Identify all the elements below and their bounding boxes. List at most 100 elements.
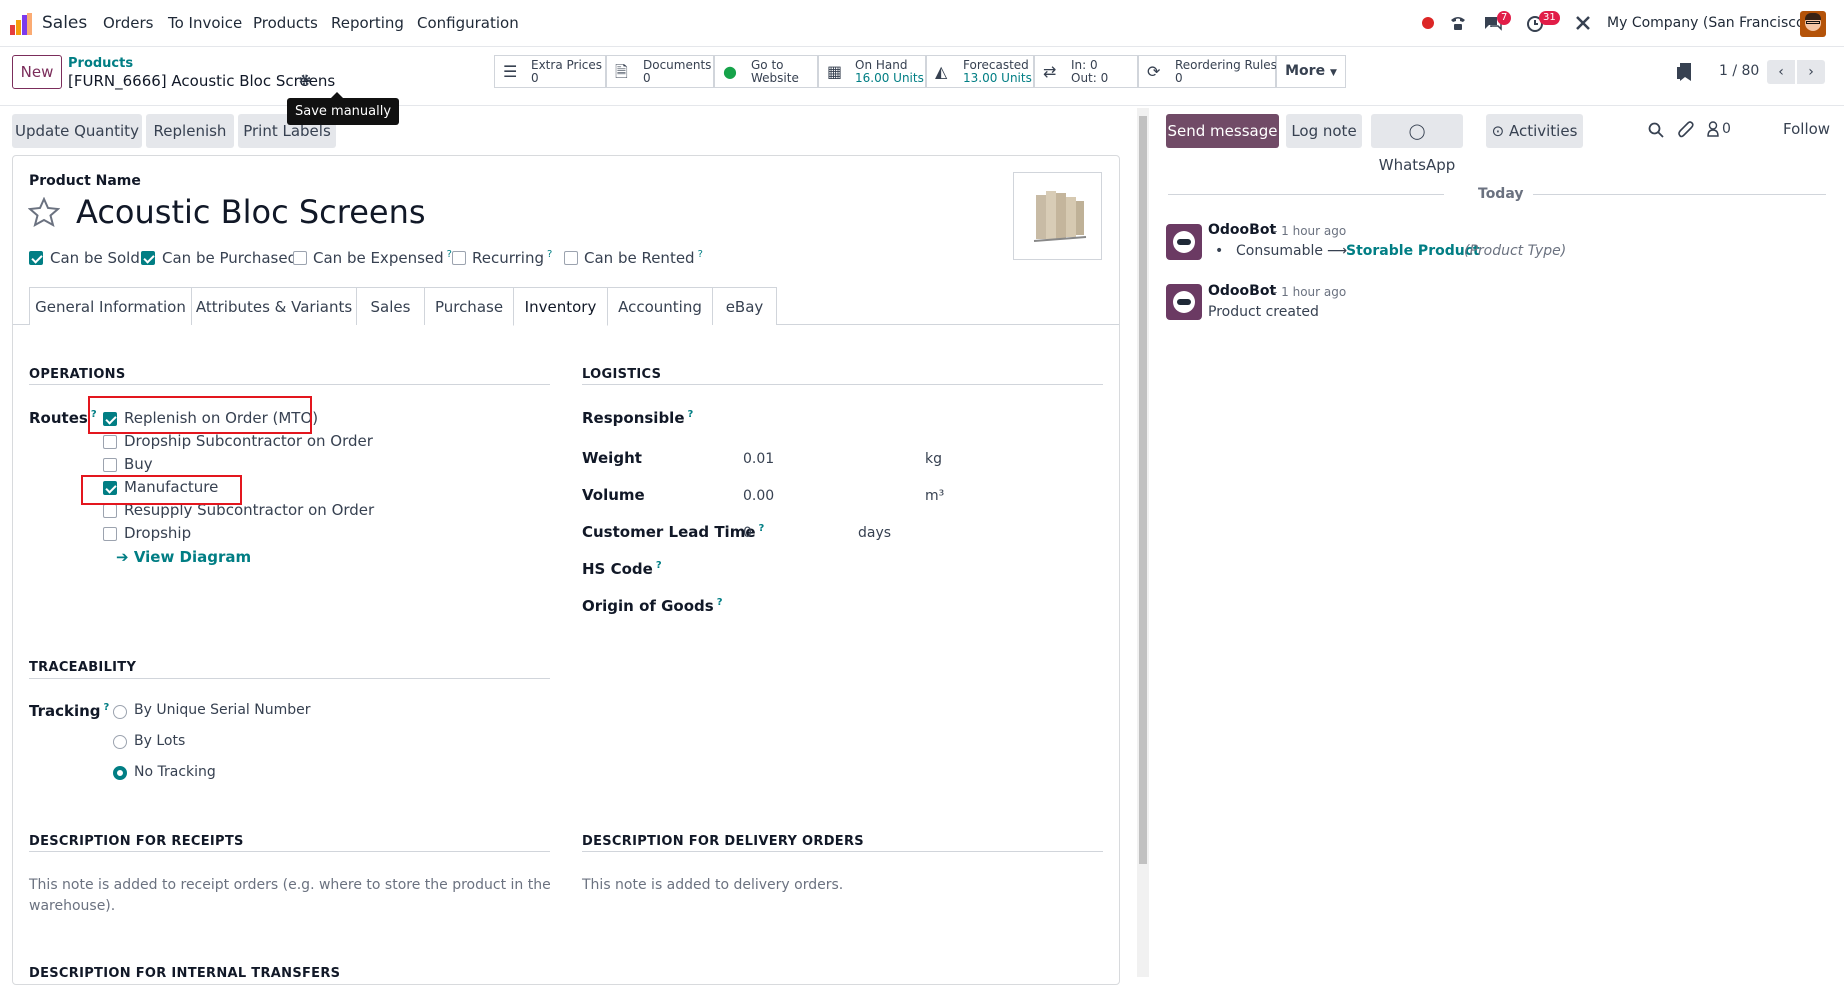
- more-dropdown[interactable]: More ▼: [1276, 55, 1346, 88]
- phone-icon[interactable]: [1449, 14, 1467, 32]
- route-buy-checkbox[interactable]: [103, 458, 117, 472]
- send-message-button[interactable]: Send message: [1166, 114, 1279, 148]
- can-be-purchased-checkbox[interactable]: [141, 251, 155, 265]
- reordering-label: Reordering Rules: [1175, 58, 1277, 72]
- chevron-left-icon: ‹: [1778, 64, 1784, 80]
- followers-count[interactable]: 0: [1722, 121, 1731, 137]
- paperclip-icon[interactable]: [1678, 121, 1694, 139]
- receipts-description-field-line2[interactable]: warehouse).: [29, 898, 115, 914]
- user-avatar[interactable]: [1800, 11, 1826, 37]
- can-be-expensed-checkbox[interactable]: [293, 251, 307, 265]
- tab-accounting[interactable]: Accounting: [607, 287, 713, 325]
- tab-sales[interactable]: Sales: [356, 287, 425, 325]
- message-author[interactable]: OdooBot: [1208, 222, 1276, 238]
- cubes-icon: ▦: [827, 62, 843, 81]
- product-name-field[interactable]: Acoustic Bloc Screens: [76, 193, 426, 231]
- receipts-description-field[interactable]: This note is added to receipt orders (e.…: [29, 877, 551, 893]
- search-icon[interactable]: [1648, 122, 1664, 138]
- pager-next-button[interactable]: ›: [1797, 60, 1825, 84]
- new-button[interactable]: New: [12, 55, 62, 89]
- out-label: Out: 0: [1071, 71, 1109, 85]
- company-switcher[interactable]: My Company (San Francisco): [1607, 15, 1810, 31]
- delivery-description-field[interactable]: This note is added to delivery orders.: [582, 877, 843, 893]
- tracking-old-value: Consumable: [1236, 243, 1323, 259]
- hs-code-label: HS Code?: [582, 560, 662, 578]
- weight-field[interactable]: 0.01: [743, 451, 774, 467]
- today-separator-label: Today: [1478, 186, 1524, 202]
- tab-inventory[interactable]: Inventory: [513, 287, 608, 326]
- log-note-button[interactable]: Log note: [1286, 114, 1362, 148]
- pager-value[interactable]: 1 / 80: [1719, 63, 1759, 79]
- recording-dot-icon[interactable]: [1422, 17, 1434, 29]
- reordering-rules-button[interactable]: ⟳ Reordering Rules 0: [1138, 55, 1277, 88]
- gear-icon[interactable]: [298, 73, 312, 87]
- documents-button[interactable]: 🗎 Documents 0: [606, 55, 714, 88]
- sales-app-icon[interactable]: [10, 13, 32, 35]
- traceability-section-title: TRACEABILITY: [29, 660, 137, 675]
- scrollbar-thumb[interactable]: [1139, 116, 1147, 864]
- route-dropship-subcontractor-label: Dropship Subcontractor on Order: [124, 432, 373, 450]
- view-diagram-link[interactable]: ➔ View Diagram: [116, 548, 251, 566]
- recurring-checkbox[interactable]: [452, 251, 466, 265]
- product-image[interactable]: [1013, 172, 1102, 260]
- odoobot-avatar[interactable]: [1166, 224, 1202, 260]
- tracking-serial-radio[interactable]: [113, 705, 127, 719]
- menu-products[interactable]: Products: [253, 14, 318, 32]
- route-dropship-subcontractor-checkbox[interactable]: [103, 435, 117, 449]
- message-time: - 1 hour ago: [1273, 224, 1347, 238]
- update-quantity-button[interactable]: Update Quantity: [12, 114, 142, 148]
- form-sheet: [12, 155, 1120, 985]
- delivery-description-title: DESCRIPTION FOR DELIVERY ORDERS: [582, 834, 864, 849]
- tab-ebay[interactable]: eBay: [712, 287, 777, 325]
- exchange-arrows-icon: ⇄: [1043, 62, 1057, 81]
- save-manually-tooltip: Save manually: [287, 92, 400, 125]
- breadcrumb-products[interactable]: Products: [68, 56, 133, 71]
- route-dropship-checkbox[interactable]: [103, 527, 117, 541]
- followers-user-icon[interactable]: [1707, 121, 1719, 137]
- tab-general-information[interactable]: General Information: [29, 287, 192, 325]
- message-author[interactable]: OdooBot: [1208, 283, 1276, 299]
- customer-lead-time-label: Customer Lead Time?: [582, 523, 765, 541]
- extra-prices-button[interactable]: ☰ Extra Prices 0: [494, 55, 606, 88]
- control-panel: New Products [FURN_6666] Acoustic Bloc S…: [0, 48, 1844, 106]
- pager-previous-button[interactable]: ‹: [1767, 60, 1795, 84]
- menu-orders[interactable]: Orders: [103, 14, 153, 32]
- refresh-icon: ⟳: [1147, 62, 1161, 81]
- can-be-rented-checkbox[interactable]: [564, 251, 578, 265]
- acoustic-screen-picture: [1033, 191, 1087, 242]
- documents-label: Documents: [643, 58, 712, 72]
- tracking-lots-radio[interactable]: [113, 735, 127, 749]
- tab-attributes-variants[interactable]: Attributes & Variants: [191, 287, 357, 325]
- go-to-website-button[interactable]: ● Go to Website: [714, 55, 818, 88]
- can-be-expensed-label: Can be Expensed?: [313, 249, 452, 267]
- route-resupply-subcontractor-checkbox[interactable]: [103, 504, 117, 518]
- activities-badge: 31: [1539, 11, 1560, 25]
- menu-configuration[interactable]: Configuration: [417, 14, 519, 32]
- volume-field[interactable]: 0.00: [743, 488, 774, 504]
- form-scrollbar[interactable]: [1137, 108, 1149, 977]
- extra-prices-value: 0: [531, 71, 539, 85]
- document-icon: 🗎: [615, 62, 628, 81]
- can-be-sold-checkbox[interactable]: [29, 251, 43, 265]
- highlight-box-manufacture: [81, 475, 242, 505]
- favorite-star-icon[interactable]: [28, 197, 60, 227]
- replenish-button[interactable]: Replenish: [146, 114, 234, 148]
- on-hand-button[interactable]: ▦ On Hand 16.00 Units: [818, 55, 926, 88]
- whatsapp-button[interactable]: ◯ WhatsApp: [1371, 114, 1463, 174]
- follow-button[interactable]: Follow: [1783, 120, 1830, 138]
- lead-time-unit: days: [858, 525, 892, 541]
- debug-tools-icon[interactable]: [1575, 15, 1591, 31]
- tracking-none-radio[interactable]: [113, 766, 127, 780]
- forecasted-button[interactable]: ◭ Forecasted 13.00 Units: [926, 55, 1034, 88]
- forecasted-value: 13.00 Units: [963, 71, 1032, 85]
- app-name[interactable]: Sales: [42, 13, 87, 33]
- menu-reporting[interactable]: Reporting: [331, 14, 404, 32]
- tab-purchase[interactable]: Purchase: [424, 287, 514, 325]
- bookmark-icon[interactable]: [1677, 63, 1691, 81]
- lead-time-field[interactable]: 0: [743, 525, 752, 541]
- menu-to-invoice[interactable]: To Invoice: [168, 14, 242, 32]
- odoobot-avatar[interactable]: [1166, 284, 1202, 320]
- activities-button[interactable]: ⊙ Activities: [1486, 114, 1583, 148]
- tracking-field-name: (Product Type): [1464, 243, 1567, 259]
- in-out-button[interactable]: ⇄ In: 0 Out: 0: [1034, 55, 1138, 88]
